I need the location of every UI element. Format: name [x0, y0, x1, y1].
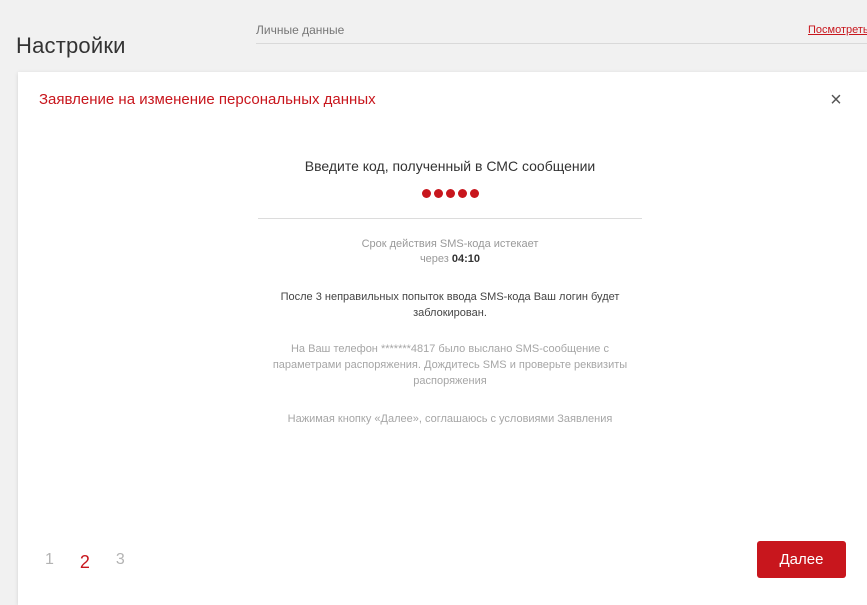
code-prompt: Введите код, полученный в СМС сообщении — [304, 158, 596, 174]
code-dot-icon — [469, 189, 479, 198]
expiry-countdown: через 04:10 — [258, 252, 642, 267]
sms-info: На Ваш телефон *******4817 было выслано … — [272, 343, 628, 387]
expiry-prefix: через — [419, 253, 449, 265]
step-indicator: 1 2 3 — [45, 551, 125, 573]
block-warning: После 3 неправильных попыток ввода SMS-к… — [280, 291, 620, 319]
expiry-timer: 04:10 — [451, 253, 481, 265]
code-dot-icon — [445, 189, 455, 198]
close-button[interactable]: × — [824, 88, 848, 112]
code-dot-icon — [433, 189, 443, 198]
section-divider — [256, 43, 867, 44]
step-2[interactable]: 2 — [80, 552, 90, 573]
section-label: Личные данные — [256, 23, 345, 37]
close-icon[interactable]: × — [830, 90, 842, 110]
step-1[interactable]: 1 — [45, 551, 54, 573]
code-dot-icon — [457, 189, 467, 198]
sms-confirmation-content: Введите код, полученный в СМС сообщении … — [258, 158, 642, 427]
consent-text: Нажимая кнопку «Далее», соглашаюсь с усл… — [287, 413, 613, 425]
page-title: Настройки — [16, 33, 126, 58]
modal-dialog: Заявление на изменение персональных данн… — [18, 72, 867, 605]
sms-code-input[interactable] — [258, 186, 642, 219]
modal-title: Заявление на изменение персональных данн… — [39, 91, 376, 108]
view-link[interactable]: Посмотреть — [808, 24, 867, 36]
next-button[interactable]: Далее — [757, 541, 846, 578]
expiry-text: Срок действия SMS-кода истекает — [361, 238, 539, 250]
step-3[interactable]: 3 — [116, 551, 125, 573]
code-dot-icon — [421, 189, 431, 198]
expiry-notice: Срок действия SMS-кода истекает через 04… — [258, 237, 642, 267]
